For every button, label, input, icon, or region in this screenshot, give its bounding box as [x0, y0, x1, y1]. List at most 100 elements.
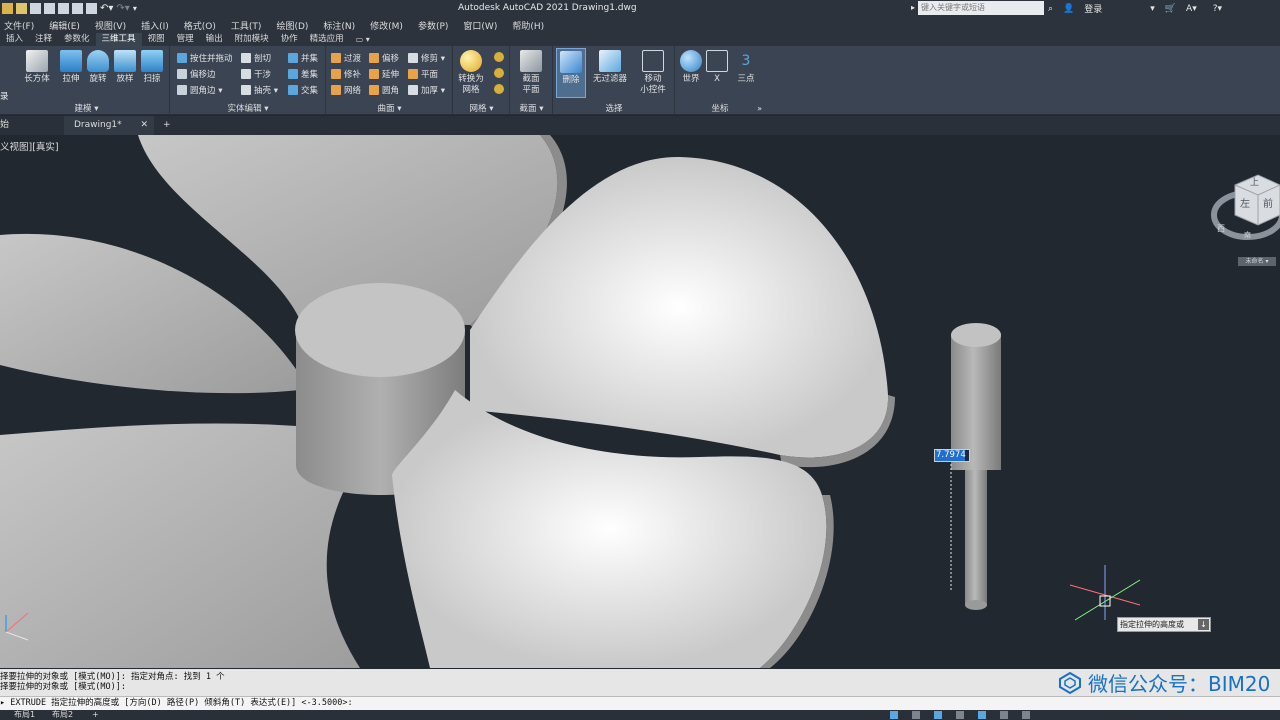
group-label-solid-edit[interactable]: 实体编辑 ▾	[171, 102, 325, 114]
save-as-icon[interactable]	[44, 3, 55, 14]
menu-insert[interactable]: 插入(I)	[141, 19, 169, 32]
box-button[interactable]: 长方体	[22, 50, 52, 85]
section-plane-button[interactable]: 截面 平面	[516, 50, 546, 96]
menu-parameter[interactable]: 参数(P)	[418, 19, 448, 32]
tab-featured-apps[interactable]: 精选应用	[304, 33, 350, 46]
print-icon[interactable]	[86, 3, 97, 14]
slice-button[interactable]: 剖切	[241, 51, 271, 65]
add-layout-button[interactable]: +	[92, 710, 99, 720]
extrude-button[interactable]: 拉伸	[56, 50, 86, 85]
ribbon-minimize-toggle[interactable]: ▭ ▾	[350, 33, 376, 46]
tab-collaborate[interactable]: 协作	[275, 33, 304, 46]
compass-west-label[interactable]: 西	[1217, 223, 1225, 234]
plot-icon[interactable]	[72, 3, 83, 14]
x-ucs-button[interactable]: X	[702, 50, 732, 85]
chevron-down-icon[interactable]: ▾	[1150, 4, 1155, 14]
dynamic-input-field[interactable]: 7.7974	[934, 449, 970, 462]
tab-insert[interactable]: 插入	[0, 33, 29, 46]
sweep-button[interactable]: 扫掠	[137, 50, 167, 85]
command-line-input[interactable]: ▸ EXTRUDE 指定拉伸的高度或 [方向(D) 路径(P) 倾斜角(T) 表…	[0, 696, 1280, 710]
login-label[interactable]: 登录	[1084, 2, 1102, 15]
folder-icon[interactable]	[16, 3, 27, 14]
status-icon[interactable]	[1000, 711, 1008, 719]
search-input[interactable]: 键入关键字或短语	[918, 1, 1044, 15]
new-tab-button[interactable]: +	[163, 116, 171, 135]
tab-view[interactable]: 视图	[142, 33, 171, 46]
status-icon[interactable]	[934, 711, 942, 719]
status-icon[interactable]	[956, 711, 964, 719]
fillet-edge-button[interactable]: 圆角边 ▾	[177, 83, 222, 97]
status-icon[interactable]	[1022, 711, 1030, 719]
viewport-controls-label[interactable]: 义视图][真实]	[0, 139, 59, 153]
menu-file[interactable]: 文件(F)	[4, 19, 34, 32]
close-icon[interactable]: ✕	[140, 116, 148, 135]
model-canvas[interactable]	[0, 135, 1280, 668]
trim-button[interactable]: 修剪 ▾	[408, 51, 445, 65]
panel-launcher-icon[interactable]: »	[757, 104, 762, 113]
tab-parametric[interactable]: 参数化	[58, 33, 96, 46]
group-label-surface[interactable]: 曲面 ▾	[327, 102, 452, 114]
file-tab-start[interactable]: 始	[0, 116, 9, 135]
wcs-menu[interactable]: 未命名 ▾	[1238, 257, 1276, 266]
user-icon[interactable]: 👤	[1063, 4, 1074, 14]
layout-tab-1[interactable]: 布局1	[14, 710, 35, 720]
viewcube-top-label[interactable]: 上	[1250, 175, 1259, 188]
offset-edge-button[interactable]: 偏移边	[177, 67, 216, 81]
menu-tools[interactable]: 工具(T)	[231, 19, 262, 32]
autodesk-a-icon[interactable]: A▾	[1186, 4, 1197, 14]
cart-icon[interactable]: 🛒	[1165, 4, 1176, 14]
arrow-down-icon[interactable]: ↓	[1198, 619, 1209, 630]
open-icon[interactable]	[2, 3, 13, 14]
group-label-modeling[interactable]: 建模 ▾	[4, 102, 169, 114]
surface-offset-button[interactable]: 偏移	[369, 51, 399, 65]
move-gizmo-button[interactable]: 移动 小控件	[638, 50, 668, 96]
tab-manage[interactable]: 管理	[171, 33, 200, 46]
interfere-button[interactable]: 干涉	[241, 67, 271, 81]
menu-help[interactable]: 帮助(H)	[512, 19, 544, 32]
publish-icon[interactable]	[58, 3, 69, 14]
mesh-smooth-icon[interactable]	[494, 52, 504, 62]
presspull-button[interactable]: 按住并拖动	[177, 51, 233, 65]
network-button[interactable]: 网络	[331, 83, 361, 97]
undo-icon[interactable]: ↶▾	[100, 3, 113, 14]
tab-addins[interactable]: 附加模块	[229, 33, 275, 46]
search-arrow-icon[interactable]: ▸	[911, 3, 915, 12]
tab-output[interactable]: 输出	[200, 33, 229, 46]
three-point-ucs-button[interactable]: 3 三点	[731, 50, 761, 85]
subtract-button[interactable]: 差集	[288, 67, 318, 81]
patch-button[interactable]: 修补	[331, 67, 361, 81]
convert-to-mesh-button[interactable]: 转换为 网格	[456, 50, 486, 96]
file-tab-drawing1[interactable]: Drawing1* ✕	[64, 116, 154, 135]
help-icon[interactable]: ?▾	[1213, 4, 1222, 14]
status-icon[interactable]	[890, 711, 898, 719]
save-icon[interactable]	[30, 3, 41, 14]
search-icon[interactable]: ⌕	[1048, 4, 1053, 14]
compass-south-label[interactable]: 南	[1244, 230, 1251, 240]
customize-qat-icon[interactable]: ▾	[133, 4, 137, 13]
loft-button[interactable]: 放样	[110, 50, 140, 85]
group-label-section[interactable]: 截面 ▾	[511, 102, 552, 114]
viewcube-left-label[interactable]: 左	[1240, 195, 1250, 210]
viewcube-front-label[interactable]: 前	[1263, 195, 1273, 210]
revolve-button[interactable]: 旋转	[83, 50, 113, 85]
union-button[interactable]: 并集	[288, 51, 318, 65]
group-label-mesh[interactable]: 网格 ▾	[454, 102, 509, 114]
blend-button[interactable]: 过渡	[331, 51, 361, 65]
planar-button[interactable]: 平面	[408, 67, 438, 81]
mesh-refine-icon[interactable]	[494, 68, 504, 78]
menu-format[interactable]: 格式(O)	[184, 19, 216, 32]
surface-fillet-button[interactable]: 圆角	[369, 83, 399, 97]
menu-view[interactable]: 视图(V)	[95, 19, 126, 32]
shell-button[interactable]: 抽壳 ▾	[241, 83, 278, 97]
menu-dimension[interactable]: 标注(N)	[323, 19, 355, 32]
intersect-button[interactable]: 交集	[288, 83, 318, 97]
tab-annotate[interactable]: 注释	[29, 33, 58, 46]
layout-tab-2[interactable]: 布局2	[52, 710, 73, 720]
menu-edit[interactable]: 编辑(E)	[49, 19, 80, 32]
status-icon[interactable]	[978, 711, 986, 719]
menu-window[interactable]: 窗口(W)	[463, 19, 497, 32]
menu-modify[interactable]: 修改(M)	[370, 19, 403, 32]
mesh-crease-icon[interactable]	[494, 84, 504, 94]
culling-button[interactable]: 删除	[556, 48, 586, 98]
menu-draw[interactable]: 绘图(D)	[276, 19, 308, 32]
